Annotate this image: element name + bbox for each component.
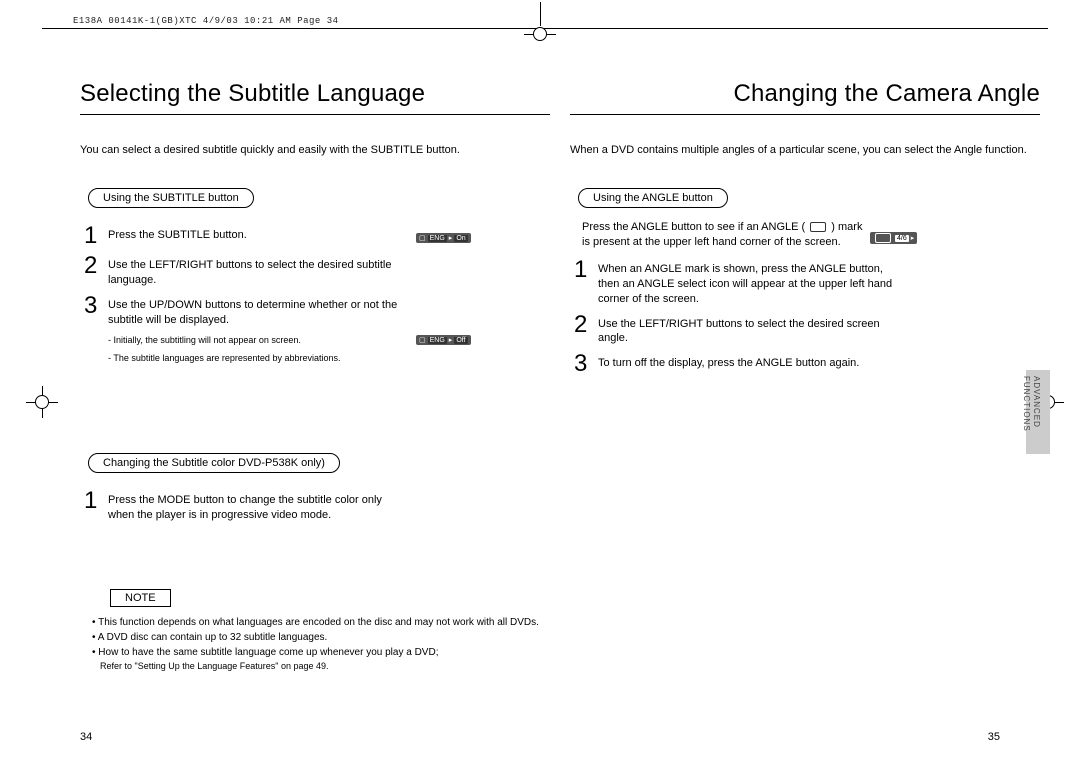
sub-note: - Initially, the subtitling will not app… bbox=[108, 334, 550, 347]
crop-mark bbox=[540, 2, 541, 26]
step-text: When an ANGLE mark is shown, press the A… bbox=[598, 258, 898, 307]
crop-circle-icon bbox=[533, 27, 547, 41]
osd-state: On bbox=[454, 235, 467, 242]
section-pill: Using the SUBTITLE button bbox=[88, 188, 254, 208]
sub-note: - The subtitle languages are represented… bbox=[108, 352, 550, 365]
step-row: 2 Use the LEFT/RIGHT buttons to select t… bbox=[574, 313, 1040, 347]
section-pill: Changing the Subtitle color DVD-P538K on… bbox=[88, 453, 340, 473]
step-number: 1 bbox=[574, 258, 598, 282]
osd-subtitle-indicator: ▢ENG▸Off bbox=[416, 335, 471, 345]
step-text: Use the UP/DOWN buttons to determine whe… bbox=[108, 294, 408, 328]
intro-text: You can select a desired subtitle quickl… bbox=[80, 143, 550, 158]
note-label: NOTE bbox=[110, 589, 171, 607]
camera-icon bbox=[810, 222, 826, 232]
title-rule bbox=[80, 114, 550, 115]
step-number: 2 bbox=[574, 313, 598, 337]
section-tab: ADVANCED FUNCTIONS bbox=[1026, 370, 1050, 454]
step-text: To turn off the display, press the ANGLE… bbox=[598, 352, 859, 371]
page-title: Selecting the Subtitle Language bbox=[80, 80, 550, 108]
step-number: 1 bbox=[84, 489, 108, 513]
camera-icon bbox=[875, 233, 891, 243]
osd-angle-value: 4/6 bbox=[895, 235, 909, 242]
osd-lang: ENG bbox=[428, 337, 447, 344]
step-text: Use the LEFT/RIGHT buttons to select the… bbox=[108, 254, 408, 288]
step-number: 2 bbox=[84, 254, 108, 278]
notes-block: This function depends on what languages … bbox=[92, 615, 550, 674]
note-item: A DVD disc can contain up to 32 subtitle… bbox=[92, 630, 550, 645]
note-item: Refer to "Setting Up the Language Featur… bbox=[100, 660, 550, 674]
pre-step-text: Press the ANGLE button to see if an ANGL… bbox=[582, 220, 872, 250]
crop-circle-icon bbox=[35, 395, 49, 409]
print-header: E138A 00141K-1(GB)XTC 4/9/03 10:21 AM Pa… bbox=[73, 16, 339, 26]
step-row: 1 When an ANGLE mark is shown, press the… bbox=[574, 258, 1040, 307]
step-number: 1 bbox=[84, 224, 108, 248]
page-right: Changing the Camera Angle When a DVD con… bbox=[570, 80, 1040, 382]
page-number: 35 bbox=[988, 731, 1000, 743]
osd-state: Off bbox=[454, 337, 467, 344]
section-pill: Using the ANGLE button bbox=[578, 188, 728, 208]
step-text: Use the LEFT/RIGHT buttons to select the… bbox=[598, 313, 898, 347]
step-row: 2 Use the LEFT/RIGHT buttons to select t… bbox=[84, 254, 550, 288]
tab-line: ADVANCED bbox=[1032, 376, 1041, 428]
step-row: 3 To turn off the display, press the ANG… bbox=[574, 352, 1040, 376]
step-text: Press the MODE button to change the subt… bbox=[108, 489, 408, 523]
page-left: Selecting the Subtitle Language You can … bbox=[80, 80, 550, 673]
step-text: Press the SUBTITLE button. bbox=[108, 224, 247, 243]
step-row: 1 Press the SUBTITLE button. bbox=[84, 224, 550, 248]
page-number: 34 bbox=[80, 731, 92, 743]
step-row: 3 Use the UP/DOWN buttons to determine w… bbox=[84, 294, 550, 328]
step-number: 3 bbox=[574, 352, 598, 376]
note-item: How to have the same subtitle language c… bbox=[92, 645, 550, 660]
step-number: 3 bbox=[84, 294, 108, 318]
osd-lang: ENG bbox=[428, 235, 447, 242]
page-title: Changing the Camera Angle bbox=[570, 80, 1040, 108]
intro-text: When a DVD contains multiple angles of a… bbox=[570, 143, 1040, 158]
section-tab-text: ADVANCED FUNCTIONS bbox=[1022, 376, 1041, 432]
step-row: 1 Press the MODE button to change the su… bbox=[84, 489, 550, 523]
osd-subtitle-indicator: ▢ENG▸On bbox=[416, 233, 471, 243]
title-rule bbox=[570, 114, 1040, 115]
osd-angle-indicator: 4/6▸ bbox=[870, 232, 917, 244]
note-item: This function depends on what languages … bbox=[92, 615, 550, 630]
tab-line: FUNCTIONS bbox=[1022, 376, 1031, 432]
